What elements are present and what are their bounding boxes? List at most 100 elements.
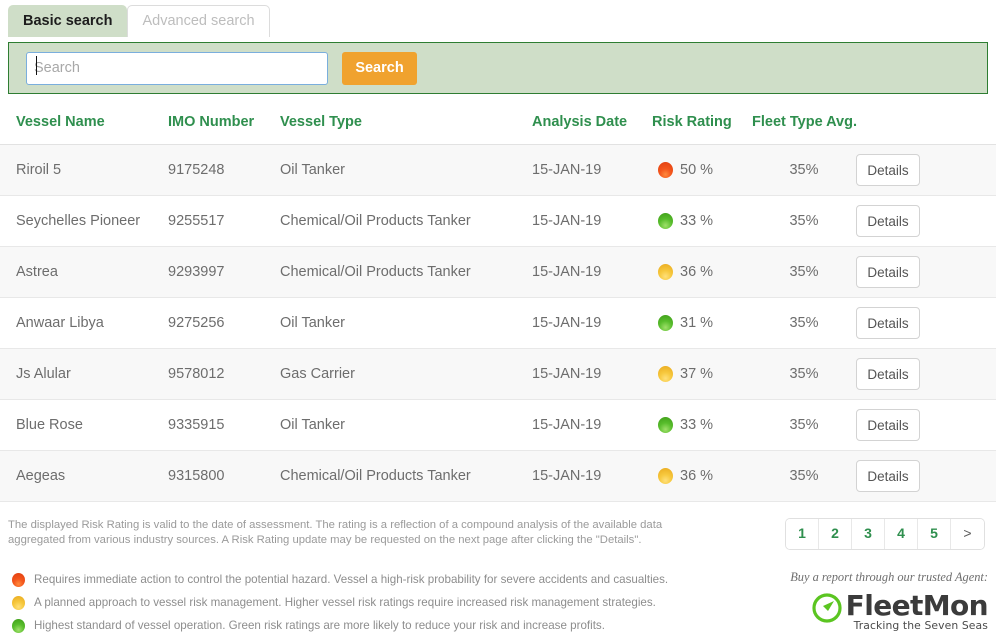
risk-indicator-icon — [658, 162, 673, 178]
table-row: Anwaar Libya 9275256 Oil Tanker 15-JAN-19 31… — [0, 297, 996, 349]
column-header-fleet-type-avg: Fleet Type Avg. — [752, 110, 857, 145]
cell-risk-rating: 33 % — [652, 399, 752, 451]
details-button[interactable]: Details — [856, 205, 920, 237]
legend-text: Highest standard of vessel operation. Gr… — [34, 619, 605, 632]
details-button[interactable]: Details — [856, 154, 920, 186]
cell-analysis-date: 15-JAN-19 — [532, 399, 652, 451]
fleetmon-tagline: Tracking the Seven Seas — [853, 619, 988, 632]
risk-indicator-icon — [658, 264, 673, 280]
search-panel: Search — [8, 42, 988, 94]
cell-vessel-type: Chemical/Oil Products Tanker — [280, 450, 532, 502]
details-button[interactable]: Details — [856, 358, 920, 390]
tab-advanced-search-label: Advanced search — [142, 13, 255, 29]
legend-item: Highest standard of vessel operation. Gr… — [12, 614, 712, 637]
risk-value: 36 % — [680, 468, 714, 484]
cell-vessel-name: Astrea — [0, 246, 168, 298]
cell-imo-number: 9293997 — [168, 246, 280, 298]
cell-risk-rating: 31 % — [652, 297, 752, 349]
cell-analysis-date: 15-JAN-19 — [532, 144, 652, 196]
details-button[interactable]: Details — [856, 460, 920, 492]
table-row: Js Alular 9578012 Gas Carrier 15-JAN-19 37 %… — [0, 348, 996, 400]
risk-value: 33 % — [680, 417, 714, 433]
legend-item: Requires immediate action to control the… — [12, 568, 712, 591]
fleetmon-compass-icon — [812, 593, 842, 628]
cell-analysis-date: 15-JAN-19 — [532, 246, 652, 298]
risk-indicator-icon — [658, 213, 673, 229]
cell-actions: Details — [856, 144, 996, 196]
fleetmon-name: FleetMon — [845, 589, 989, 622]
results-table-body: Riroil 5 9175248 Oil Tanker 15-JAN-19 50 % 35… — [0, 144, 996, 502]
cell-vessel-name: Riroil 5 — [0, 144, 168, 196]
fleetmon-logo[interactable]: FleetMon Tracking the Seven Seas — [812, 589, 989, 632]
risk-indicator-icon — [658, 315, 673, 331]
cell-analysis-date: 15-JAN-19 — [532, 297, 652, 349]
risk-value: 33 % — [680, 213, 714, 229]
cell-imo-number: 9175248 — [168, 144, 280, 196]
legend-red-icon — [12, 572, 25, 587]
cell-imo-number: 9315800 — [168, 450, 280, 502]
cell-fleet-type-avg: 35% — [752, 348, 856, 400]
legend-text: Requires immediate action to control the… — [34, 573, 669, 586]
cell-risk-rating: 33 % — [652, 195, 752, 247]
cell-actions: Details — [856, 246, 996, 298]
details-button[interactable]: Details — [856, 307, 920, 339]
tab-basic-search-label: Basic search — [23, 13, 113, 29]
cell-vessel-type: Chemical/Oil Products Tanker — [280, 195, 532, 247]
tab-advanced-search[interactable]: Advanced search — [127, 5, 270, 37]
column-header-risk-rating: Risk Rating — [652, 110, 752, 145]
cell-imo-number: 9578012 — [168, 348, 280, 400]
cell-risk-rating: 36 % — [652, 450, 752, 502]
cell-analysis-date: 15-JAN-19 — [532, 450, 652, 502]
pagination-page-5[interactable]: 5 — [918, 519, 951, 549]
results-table: Vessel Name IMO Number Vessel Type Analy… — [0, 110, 996, 502]
legend-green-icon — [12, 618, 25, 633]
cell-analysis-date: 15-JAN-19 — [532, 195, 652, 247]
risk-value: 37 % — [680, 366, 714, 382]
details-button[interactable]: Details — [856, 256, 920, 288]
tab-basic-search[interactable]: Basic search — [8, 5, 128, 37]
cell-risk-rating: 50 % — [652, 144, 752, 196]
cell-imo-number: 9255517 — [168, 195, 280, 247]
pagination-page-1[interactable]: 1 — [786, 519, 819, 549]
table-header-row: Vessel Name IMO Number Vessel Type Analy… — [0, 110, 996, 145]
cell-fleet-type-avg: 35% — [752, 297, 856, 349]
pagination-page-2[interactable]: 2 — [819, 519, 852, 549]
search-button[interactable]: Search — [342, 51, 417, 85]
table-row: Seychelles Pioneer 9255517 Chemical/Oil Pr… — [0, 195, 996, 247]
table-row: Astrea 9293997 Chemical/Oil Products Tanke… — [0, 246, 996, 298]
vessel-risk-search-page: Basic search Advanced search Search Vess… — [0, 0, 996, 637]
table-row: Riroil 5 9175248 Oil Tanker 15-JAN-19 50 % 35… — [0, 144, 996, 196]
column-header-vessel-name: Vessel Name — [0, 110, 168, 145]
cell-vessel-name: Js Alular — [0, 348, 168, 400]
cell-actions: Details — [856, 195, 996, 247]
pagination-page-4[interactable]: 4 — [885, 519, 918, 549]
pagination-page-3[interactable]: 3 — [852, 519, 885, 549]
column-header-imo-number: IMO Number — [168, 110, 280, 145]
risk-value: 36 % — [680, 264, 714, 280]
cell-actions: Details — [856, 348, 996, 400]
cell-analysis-date: 15-JAN-19 — [532, 348, 652, 400]
details-button[interactable]: Details — [856, 409, 920, 441]
cell-risk-rating: 36 % — [652, 246, 752, 298]
cell-vessel-type: Oil Tanker — [280, 297, 532, 349]
fleetmon-wordmark: FleetMon Tracking the Seven Seas — [845, 589, 989, 632]
results-table-head: Vessel Name IMO Number Vessel Type Analy… — [0, 110, 996, 145]
cell-actions: Details — [856, 450, 996, 502]
risk-value: 50 % — [680, 162, 714, 178]
pagination: 1 2 3 4 5 > — [785, 518, 985, 550]
results-table-container: Vessel Name IMO Number Vessel Type Analy… — [0, 110, 996, 502]
table-row: Blue Rose 9335915 Oil Tanker 15-JAN-19 33 % 3… — [0, 399, 996, 451]
cell-fleet-type-avg: 35% — [752, 144, 856, 196]
cell-vessel-type: Gas Carrier — [280, 348, 532, 400]
column-header-analysis-date: Analysis Date — [532, 110, 652, 145]
cell-vessel-type: Chemical/Oil Products Tanker — [280, 246, 532, 298]
cell-vessel-name: Aegeas — [0, 450, 168, 502]
risk-indicator-icon — [658, 366, 673, 382]
risk-value: 31 % — [680, 315, 714, 331]
search-mode-tabs: Basic search Advanced search — [8, 5, 270, 37]
search-input[interactable] — [26, 51, 328, 85]
legend-text: A planned approach to vessel risk manage… — [34, 596, 656, 609]
pagination-next[interactable]: > — [951, 519, 984, 549]
cell-vessel-name: Anwaar Libya — [0, 297, 168, 349]
cell-vessel-type: Oil Tanker — [280, 144, 532, 196]
